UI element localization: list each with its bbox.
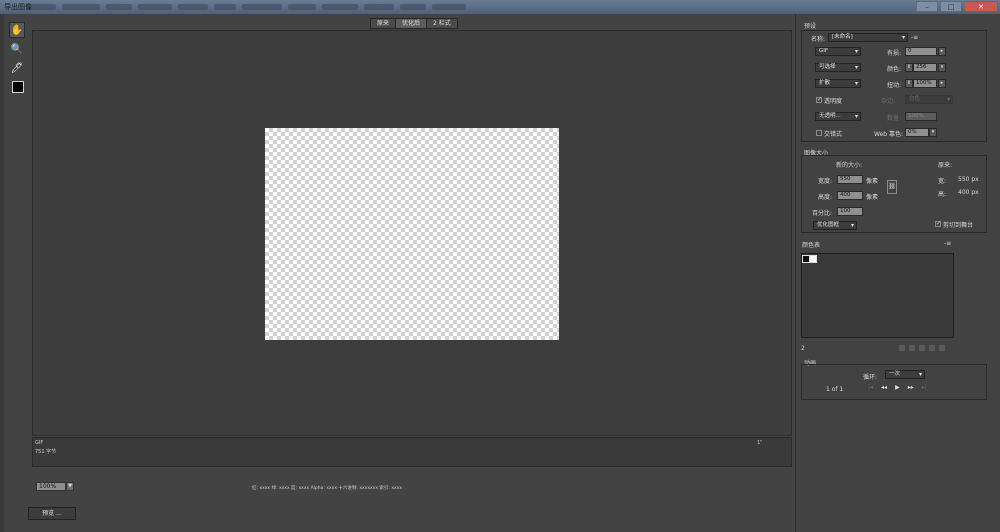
dither-algorithm-dropdown[interactable]: 扩散 [815,79,861,88]
frame-counter: 1 of 1 [826,386,844,393]
tab-optimized[interactable]: 优化后 [395,18,428,29]
tab-original[interactable]: 原来 [370,18,397,29]
lossy-arrow[interactable]: ▸ [938,47,946,56]
color-reduction-dropdown[interactable]: 可选择 [815,63,861,72]
height-unit: 像素 [866,194,879,201]
preset-name-dropdown[interactable]: [未命名] [828,33,908,42]
first-frame-icon[interactable]: |◂ [868,384,873,391]
transparency-checkbox[interactable]: ✓ [816,97,822,103]
lock-color-icon[interactable] [919,345,925,351]
original-size-label: 原来: [938,162,953,169]
preset-name-label: 名称: [811,36,826,43]
zoom-dropdown-arrow[interactable]: ▼ [66,482,74,491]
format-dropdown[interactable]: GIF [815,47,861,56]
width-label: 宽度: [818,178,833,185]
map-color-icon[interactable] [899,345,905,351]
loop-dropdown[interactable]: 一次 [885,370,925,379]
websnap-arrow[interactable]: ▾ [929,128,937,137]
percent-field[interactable]: 100 [837,207,863,216]
window-controls: – □ ✕ [916,1,998,12]
info-format: GIF [35,440,44,446]
lossy-field[interactable]: 0 [905,47,937,56]
info-download-time: 1" [757,440,763,446]
color-table-actions [899,345,945,351]
color-count: 2 [801,345,805,352]
width-unit: 像素 [866,178,879,185]
zoom-level-field[interactable]: 100% [36,482,66,491]
left-edge [0,14,4,532]
orig-height-value: 400 px [958,189,979,196]
transparency-label: 透明度 [824,98,843,105]
play-icon[interactable]: ▶ [895,384,900,391]
new-color-icon[interactable] [929,345,935,351]
preview-info-strip [32,437,792,467]
colors-arrow[interactable]: ▾ [938,63,946,72]
dither-label: 扭动: [887,82,902,89]
interlaced-label: 交错式 [824,131,843,138]
websnap-field[interactable]: 0% [905,128,929,137]
dither-spinner[interactable]: ⇕ [905,79,913,88]
dither-arrow[interactable]: ▸ [938,79,946,88]
info-size: 751 字节 [35,449,57,455]
next-frame-icon[interactable]: ▸▸ [908,384,914,391]
clip-to-stage-label: 剪切到舞台 [943,222,974,229]
clip-to-stage-checkbox[interactable]: ✓ [935,221,941,227]
color-table[interactable] [801,253,954,338]
pixel-info-status: 红: xxxx 绿: xxxx 蓝: xxxx Alpha: xxxx 十六进制… [252,486,403,491]
maximize-button[interactable]: □ [940,1,962,12]
interlaced-checkbox[interactable] [816,130,822,136]
color-table-swatch-transparent[interactable] [809,255,817,263]
transparent-canvas [265,128,559,340]
color-swatch[interactable] [12,81,24,93]
preset-menu-icon[interactable]: -≡ [911,34,918,41]
height-label: 高度: [818,194,833,201]
loop-label: 循环: [863,374,878,381]
color-table-menu-icon[interactable]: -≡ [944,240,951,247]
orig-height-label: 高: [938,191,947,198]
colors-field[interactable]: 256 [913,63,937,72]
view-tabs: 原来 优化后 2 栏式 [370,18,458,29]
transparency-dither-dropdown[interactable]: 无透明... [815,112,861,121]
amount-label: 数量: [887,115,902,122]
amount-field[interactable]: 100% [905,112,937,121]
tool-bar: ✋ 🔍 🖊 [5,18,29,112]
color-table-title: 颜色表 [802,242,821,249]
matte-label: 杂边: [881,98,896,105]
minimize-button[interactable]: – [916,1,938,12]
colors-spinner[interactable]: ⇕ [905,63,913,72]
dither-field[interactable]: 100% [913,79,937,88]
previous-frame-icon[interactable]: ◂◂ [881,384,887,391]
colors-label: 颜色: [887,66,902,73]
lossy-label: 有损: [887,50,902,57]
percent-label: 百分比: [812,210,833,217]
width-field[interactable]: 550 [837,175,863,184]
quality-dropdown[interactable]: 优化图框 [813,221,857,230]
orig-width-value: 550 px [958,176,979,183]
eyedropper-icon[interactable]: 🖊 [9,60,25,76]
web-shift-icon[interactable] [909,345,915,351]
close-button[interactable]: ✕ [964,1,998,12]
orig-width-label: 宽: [938,178,947,185]
matte-dropdown[interactable]: 白色 [905,95,953,104]
taskbar-tabs [26,4,506,10]
new-size-label: 新的大小: [836,162,863,169]
websnap-label: Web 靠色: [874,131,904,138]
animation-controls: |◂ ◂◂ ▶ ▸▸ ▸| [868,384,927,391]
hand-icon[interactable]: ✋ [9,22,25,38]
preview-button[interactable]: 预览 ... [28,507,76,520]
height-field[interactable]: 400 [837,191,863,200]
delete-color-icon[interactable] [939,345,945,351]
tab-2-up[interactable]: 2 栏式 [426,18,458,29]
zoom-icon[interactable]: 🔍 [9,41,25,57]
last-frame-icon[interactable]: ▸| [922,384,927,391]
constrain-link-icon[interactable]: ⛓ [887,180,897,194]
preset-title: 预设 [804,23,817,30]
